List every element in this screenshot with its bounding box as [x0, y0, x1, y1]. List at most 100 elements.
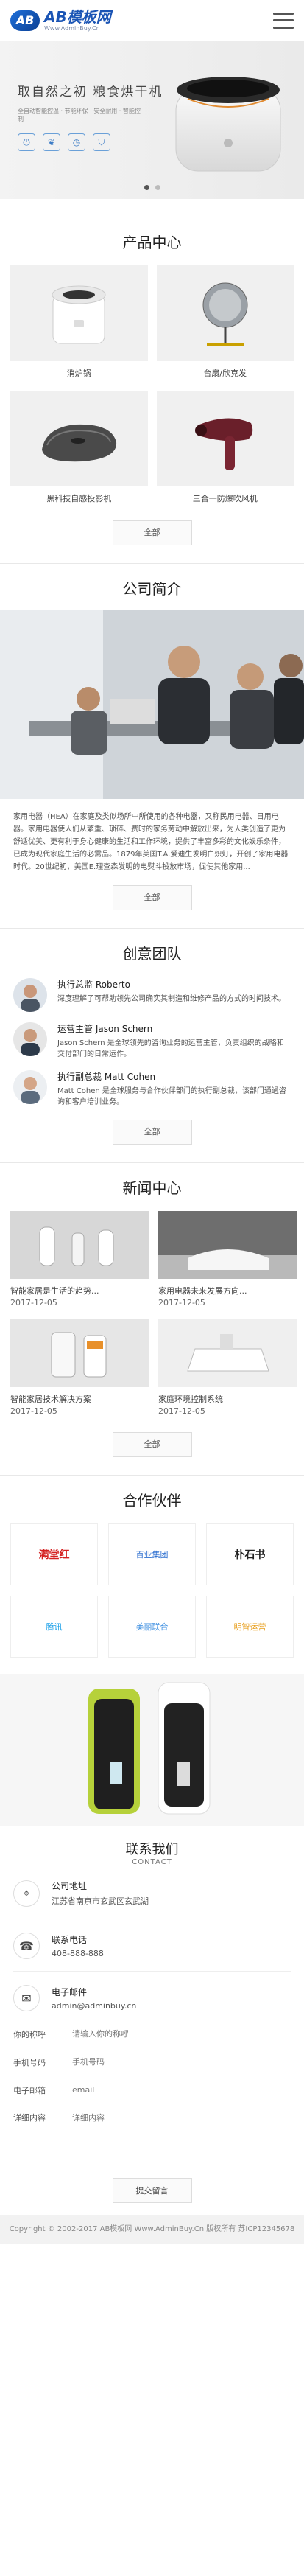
contact-heading: 联系我们 CONTACT	[0, 1826, 304, 1866]
email-value: admin@adminbuy.cn	[52, 2001, 137, 2011]
dryer-machine-image	[175, 77, 281, 172]
team-member-desc: 深度理解了可帮助领先公司确实其制造和维修产品的方式的时间技术。	[57, 995, 286, 1003]
contact-address: ⌖ 公司地址 江苏省南京市玄武区玄武湖	[0, 1866, 304, 1907]
clock-icon: ◷	[68, 133, 85, 151]
news-card[interactable]: 家庭环境控制系统 2017-12-05	[158, 1319, 297, 1420]
news-caption: 家庭环境控制系统	[158, 1395, 223, 1404]
product-card[interactable]: 三合一防爆吹风机	[156, 391, 294, 509]
team-title: 创意团队	[122, 945, 182, 963]
contact-banner-image	[0, 1674, 304, 1826]
news-date: 2017-12-05	[158, 1406, 205, 1416]
news-image	[10, 1211, 149, 1279]
logo-title: AB模板网	[44, 7, 111, 26]
news-title: 新闻中心	[122, 1179, 182, 1197]
about-office-image	[0, 610, 304, 799]
email-label: 电子邮箱	[13, 2085, 46, 2095]
team-member-name: 运营主管 Jason Schern	[57, 1024, 153, 1034]
location-icon: ⌖	[13, 1879, 40, 1907]
avatar	[13, 1070, 47, 1104]
power-icon: ⏻	[18, 133, 35, 151]
news-more-button[interactable]: 全部	[112, 1432, 192, 1457]
news-date: 2017-12-05	[10, 1406, 57, 1416]
about-text: 家用电器（HEA）在家庭及类似场所中所使用的各种电器，又称民用电器、日用电器。家…	[13, 813, 289, 871]
partner-logo[interactable]: 腾讯	[10, 1596, 98, 1658]
page: AB AB模板网 Www.AdminBuy.Cn 取自然之初 粮食烘干机 全自动…	[0, 0, 304, 2576]
menu-icon[interactable]	[273, 12, 294, 29]
header: AB AB模板网 Www.AdminBuy.Cn	[0, 0, 304, 41]
news-date: 2017-12-05	[10, 1298, 57, 1308]
team-member-desc: Jason Schern 是全球领先的咨询业务的运营主管，负责组织的战略和交付部…	[57, 1039, 284, 1058]
news-image	[10, 1319, 149, 1387]
avatar	[13, 1022, 47, 1056]
address-value: 江苏省南京市玄武区玄武湖	[52, 1896, 149, 1906]
carousel-dots	[0, 185, 304, 190]
email-label: 电子邮件	[52, 1987, 88, 1997]
submit-button[interactable]: 提交留言	[112, 2178, 192, 2203]
contact-subtitle: CONTACT	[132, 1858, 172, 1866]
leaf-icon: ❦	[43, 133, 60, 151]
news-caption: 家用电器未来发展方向...	[158, 1286, 247, 1296]
news-grid: 智能家居是生活的趋势... 2017-12-05 家用电器未来发展方向... 2…	[0, 1198, 304, 1420]
about-more-button[interactable]: 全部	[112, 885, 192, 910]
product-image	[156, 391, 294, 486]
product-grid: 消炉锅 台扇/欣克发 黑科技自感投影机 三合一防爆吹风机	[0, 252, 304, 509]
phone-value: 408-888-888	[52, 1949, 104, 1958]
name-input[interactable]	[72, 2029, 291, 2039]
news-caption: 智能家居是生活的趋势...	[10, 1286, 99, 1296]
logo[interactable]: AB AB模板网 Www.AdminBuy.Cn	[10, 9, 111, 32]
name-label: 你的称呼	[13, 2029, 46, 2039]
team-more-button[interactable]: 全部	[112, 1120, 192, 1145]
content-label: 详细内容	[13, 2113, 46, 2123]
products-title: 产品中心	[122, 234, 182, 251]
about-title: 公司简介	[122, 580, 182, 598]
phone-input[interactable]	[72, 2057, 291, 2067]
team-member-name: 执行总监 Roberto	[57, 980, 130, 990]
team-member[interactable]: 执行总监 Roberto 深度理解了可帮助领先公司确实其制造和维修产品的方式的时…	[0, 968, 304, 1012]
phone-icon: ☎	[13, 1933, 40, 1959]
products-more-button[interactable]: 全部	[112, 520, 192, 545]
product-caption: 三合一防爆吹风机	[192, 494, 258, 503]
address-label: 公司地址	[52, 1881, 88, 1891]
product-caption: 台扇/欣克发	[203, 369, 247, 378]
footer: Copyright © 2002-2017 AB模板网 Www.AdminBuy…	[0, 2215, 304, 2244]
product-caption: 黑科技自感投影机	[46, 494, 112, 503]
product-card[interactable]: 黑科技自感投影机	[10, 391, 148, 509]
partner-logo[interactable]: 明智运营	[206, 1596, 294, 1658]
shield-icon: ⛉	[93, 133, 110, 151]
email-input[interactable]	[72, 2085, 291, 2095]
contact-email[interactable]: ✉ 电子邮件 admin@adminbuy.cn	[0, 1972, 304, 2011]
team-member-name: 执行副总裁 Matt Cohen	[57, 1072, 156, 1082]
news-card[interactable]: 智能家居技术解决方案 2017-12-05	[10, 1319, 149, 1420]
news-caption: 智能家居技术解决方案	[10, 1395, 91, 1404]
mail-icon: ✉	[13, 1985, 40, 2011]
product-image	[156, 265, 294, 361]
team-member[interactable]: 执行副总裁 Matt Cohen Matt Cohen 是全球服务与合作伙伴部门…	[0, 1060, 304, 1108]
contact-title: 联系我们	[125, 1842, 179, 1857]
carousel-dot[interactable]	[155, 185, 160, 190]
news-image	[158, 1211, 297, 1279]
contact-phone[interactable]: ☎ 联系电话 408-888-888	[0, 1919, 304, 1959]
logo-mark: AB	[10, 10, 40, 31]
partner-logo[interactable]: 满堂红	[10, 1523, 98, 1585]
content-textarea[interactable]	[72, 2112, 291, 2156]
partners-grid: 满堂红 百业集团 朴石书 腾讯 美丽联合 明智运营	[0, 1510, 304, 1658]
team-list: 执行总监 Roberto 深度理解了可帮助领先公司确实其制造和维修产品的方式的时…	[0, 968, 304, 1108]
team-member[interactable]: 运营主管 Jason Schern Jason Schern 是全球领先的咨询业…	[0, 1012, 304, 1060]
product-card[interactable]: 台扇/欣克发	[156, 265, 294, 383]
news-card[interactable]: 智能家居是生活的趋势... 2017-12-05	[10, 1211, 149, 1312]
product-caption: 消炉锅	[66, 369, 91, 378]
product-card[interactable]: 消炉锅	[10, 265, 148, 383]
partner-logo[interactable]: 美丽联合	[108, 1596, 196, 1658]
avatar	[13, 978, 47, 1012]
product-image	[10, 391, 148, 486]
product-image	[10, 265, 148, 361]
carousel-dot[interactable]	[144, 185, 149, 190]
phone-label: 联系电话	[52, 1935, 88, 1945]
partner-logo[interactable]: 百业集团	[108, 1523, 196, 1585]
partner-logo[interactable]: 朴石书	[206, 1523, 294, 1585]
hero-banner[interactable]: 取自然之初 粮食烘干机 全自动智能控温 · 节能环保 · 安全耐用 · 智能控制…	[0, 41, 304, 199]
logo-subtitle: Www.AdminBuy.Cn	[44, 24, 100, 32]
news-card[interactable]: 家用电器未来发展方向... 2017-12-05	[158, 1211, 297, 1312]
news-image	[158, 1319, 297, 1387]
banner-desc: 全自动智能控温 · 节能环保 · 安全耐用 · 智能控制	[18, 108, 141, 122]
